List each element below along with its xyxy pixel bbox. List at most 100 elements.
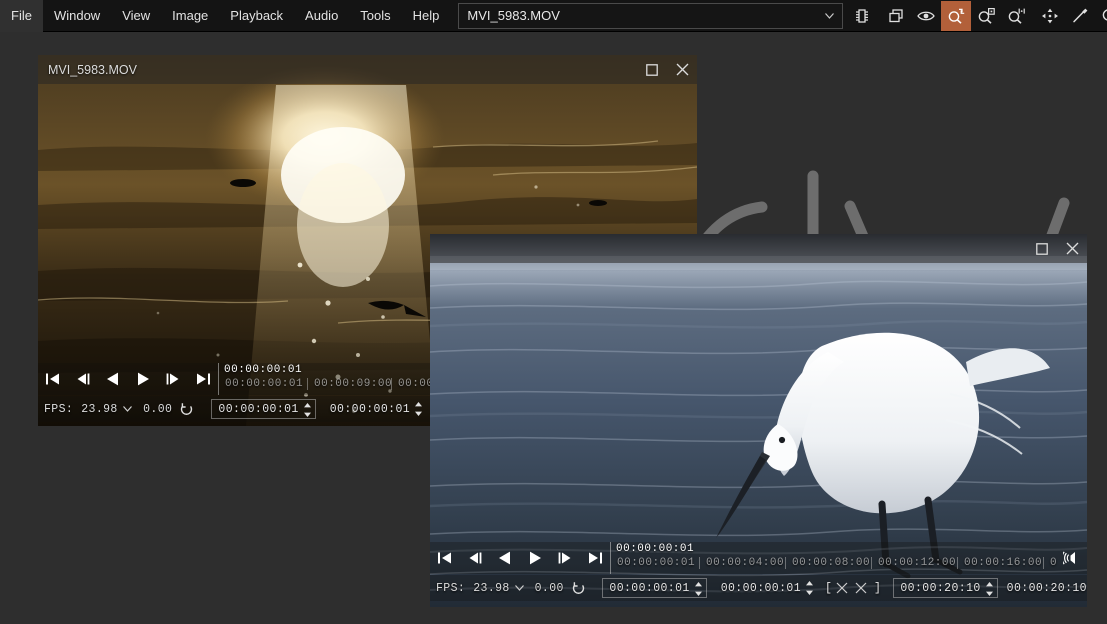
window-1-loop-button[interactable] — [176, 402, 197, 417]
window-2-step-forward-button[interactable] — [550, 543, 580, 573]
active-file-name: MVI_5983.MOV — [467, 8, 560, 23]
timeline-tick: 00:00:00:01 — [617, 557, 696, 569]
window-2-out-point-value: 00:00:00:01 — [720, 581, 802, 595]
window-2-fps-value[interactable]: 23.98 — [473, 582, 510, 595]
toolbar-preview-button[interactable] — [911, 1, 941, 31]
step-back-icon — [469, 552, 482, 564]
window-1-step-back-button[interactable] — [68, 364, 98, 394]
window-1-step-forward-button[interactable] — [158, 364, 188, 394]
window-2-fps-dropdown-button[interactable] — [510, 585, 529, 591]
toolbar-zoom-selection-button[interactable] — [971, 1, 1001, 31]
spinner-icon[interactable] — [414, 401, 423, 417]
window-2-transport-bar: 00:00:00:01 00:00:00:01 00:00:04:00 00:0… — [430, 542, 1087, 574]
application-root: File Window View Image Playback Audio To… — [0, 0, 1107, 624]
window-2-clear-out-button[interactable] — [851, 582, 870, 594]
speaker-icon — [1063, 551, 1075, 565]
toolbar-eyedropper-button[interactable] — [1065, 1, 1095, 31]
window-1-close-button[interactable] — [667, 55, 697, 84]
toolbar-zoom-fit-button[interactable] — [941, 0, 972, 31]
toolbar-chip-button[interactable] — [847, 1, 877, 31]
play-icon — [530, 551, 541, 565]
zoom-actual-icon — [1009, 8, 1026, 24]
toolbar-zoom-actual-button[interactable] — [1001, 1, 1031, 31]
toolbar-layers-button[interactable] — [881, 1, 911, 31]
window-2-close-button[interactable] — [1057, 234, 1087, 263]
menu-item-file[interactable]: File — [0, 0, 43, 32]
menu-item-playback[interactable]: Playback — [219, 0, 294, 32]
chip-icon — [856, 8, 869, 23]
window-2-go-to-start-button[interactable] — [430, 543, 460, 573]
menu-item-help[interactable]: Help — [402, 0, 451, 32]
window-2-maximize-button[interactable] — [1027, 234, 1057, 263]
toolbar-pan-button[interactable] — [1035, 1, 1065, 31]
magnifier-icon — [1103, 8, 1107, 21]
window-2-selection-duration-field[interactable]: 00:00:20:10 — [893, 578, 998, 598]
play-reverse-icon — [499, 551, 510, 565]
window-2-step-back-button[interactable] — [460, 543, 490, 573]
play-reverse-icon — [107, 372, 118, 386]
window-2-total-duration: 00:00:20:10 — [1006, 581, 1087, 595]
window-2-in-point-field[interactable]: 00:00:00:01 — [602, 578, 707, 598]
window-2-tick-row: 00:00:00:01 00:00:04:00 00:00:08:00 00:0… — [611, 557, 1061, 574]
spinner-icon[interactable] — [805, 580, 814, 596]
spinner-icon[interactable] — [303, 402, 312, 418]
window-1-in-point-field[interactable]: 00:00:00:01 — [211, 399, 316, 419]
timeline-tick: 00:00:00:01 — [225, 378, 304, 390]
spinner-icon[interactable] — [985, 581, 994, 597]
step-forward-icon — [166, 373, 179, 385]
window-2-go-to-end-button[interactable] — [580, 543, 610, 573]
window-2-play-button[interactable] — [520, 543, 550, 573]
window-1-play-reverse-button[interactable] — [98, 364, 128, 394]
timeline-tick: 00:00:16:00 — [957, 557, 1042, 569]
window-2-out-point-field[interactable]: 00:00:00:01 — [715, 578, 817, 598]
window-2-selection-duration-value: 00:00:20:10 — [900, 581, 981, 595]
window-2-play-reverse-button[interactable] — [490, 543, 520, 573]
window-1-titlebar[interactable]: MVI_5983.MOV — [38, 55, 697, 84]
step-forward-icon — [558, 552, 571, 564]
clear-out-icon — [855, 582, 867, 594]
window-2-speed-value[interactable]: 0.00 — [535, 582, 564, 595]
window-1-maximize-button[interactable] — [637, 55, 667, 84]
menu-item-image[interactable]: Image — [161, 0, 219, 32]
menu-item-view[interactable]: View — [111, 0, 161, 32]
window-2-clear-in-button[interactable] — [832, 582, 851, 594]
window-2-titlebar[interactable] — [430, 234, 1087, 263]
window-1-speed-value[interactable]: 0.00 — [143, 403, 172, 416]
window-2-in-point-value: 00:00:00:01 — [609, 581, 690, 595]
menu-item-tools[interactable]: Tools — [349, 0, 401, 32]
window-1-in-point-value: 00:00:00:01 — [218, 402, 299, 416]
timeline-tick: 00:00:08:00 — [785, 557, 870, 569]
window-1-play-button[interactable] — [128, 364, 158, 394]
window-2-volume-button[interactable] — [1061, 550, 1087, 566]
timeline-tick: 00:00:09:00 — [307, 378, 392, 390]
window-2-mark-out-bracket[interactable]: ] — [874, 582, 881, 595]
window-2-mark-in-bracket[interactable]: [ — [825, 582, 832, 595]
window-1-go-to-end-button[interactable] — [188, 364, 218, 394]
active-file-combobox[interactable]: MVI_5983.MOV — [458, 2, 844, 29]
window-2-loop-button[interactable] — [568, 581, 589, 596]
zoom-selection-icon — [979, 7, 996, 24]
zoom-fit-icon — [949, 8, 965, 24]
loop-icon — [572, 581, 584, 594]
video-window-2[interactable]: 00:00:00:01 00:00:00:01 00:00:04:00 00:0… — [430, 234, 1087, 607]
timeline-tick: 00:00:04:00 — [699, 557, 784, 569]
layers-icon — [889, 8, 904, 22]
window-1-fps-dropdown-button[interactable] — [118, 406, 137, 412]
go-to-start-icon — [46, 373, 59, 385]
window-1-fps-value[interactable]: 23.98 — [81, 403, 118, 416]
spinner-icon[interactable] — [694, 581, 703, 597]
eye-icon — [917, 11, 936, 20]
window-1-out-point-field[interactable]: 00:00:00:01 — [324, 399, 426, 419]
go-to-start-icon — [438, 552, 451, 564]
window-1-fps-label: FPS: — [44, 402, 74, 416]
close-icon — [676, 63, 688, 76]
window-1-title: MVI_5983.MOV — [48, 62, 137, 77]
toolbar-magnifier-button[interactable] — [1095, 1, 1107, 31]
window-1-go-to-start-button[interactable] — [38, 364, 68, 394]
window-2-timeline-ruler[interactable]: 00:00:00:01 00:00:00:01 00:00:04:00 00:0… — [610, 542, 1061, 574]
menu-item-audio[interactable]: Audio — [294, 0, 349, 32]
menu-item-window[interactable]: Window — [43, 0, 111, 32]
chevron-down-icon — [122, 406, 132, 412]
window-1-out-point-value: 00:00:00:01 — [329, 402, 411, 416]
maximize-icon — [646, 63, 658, 76]
